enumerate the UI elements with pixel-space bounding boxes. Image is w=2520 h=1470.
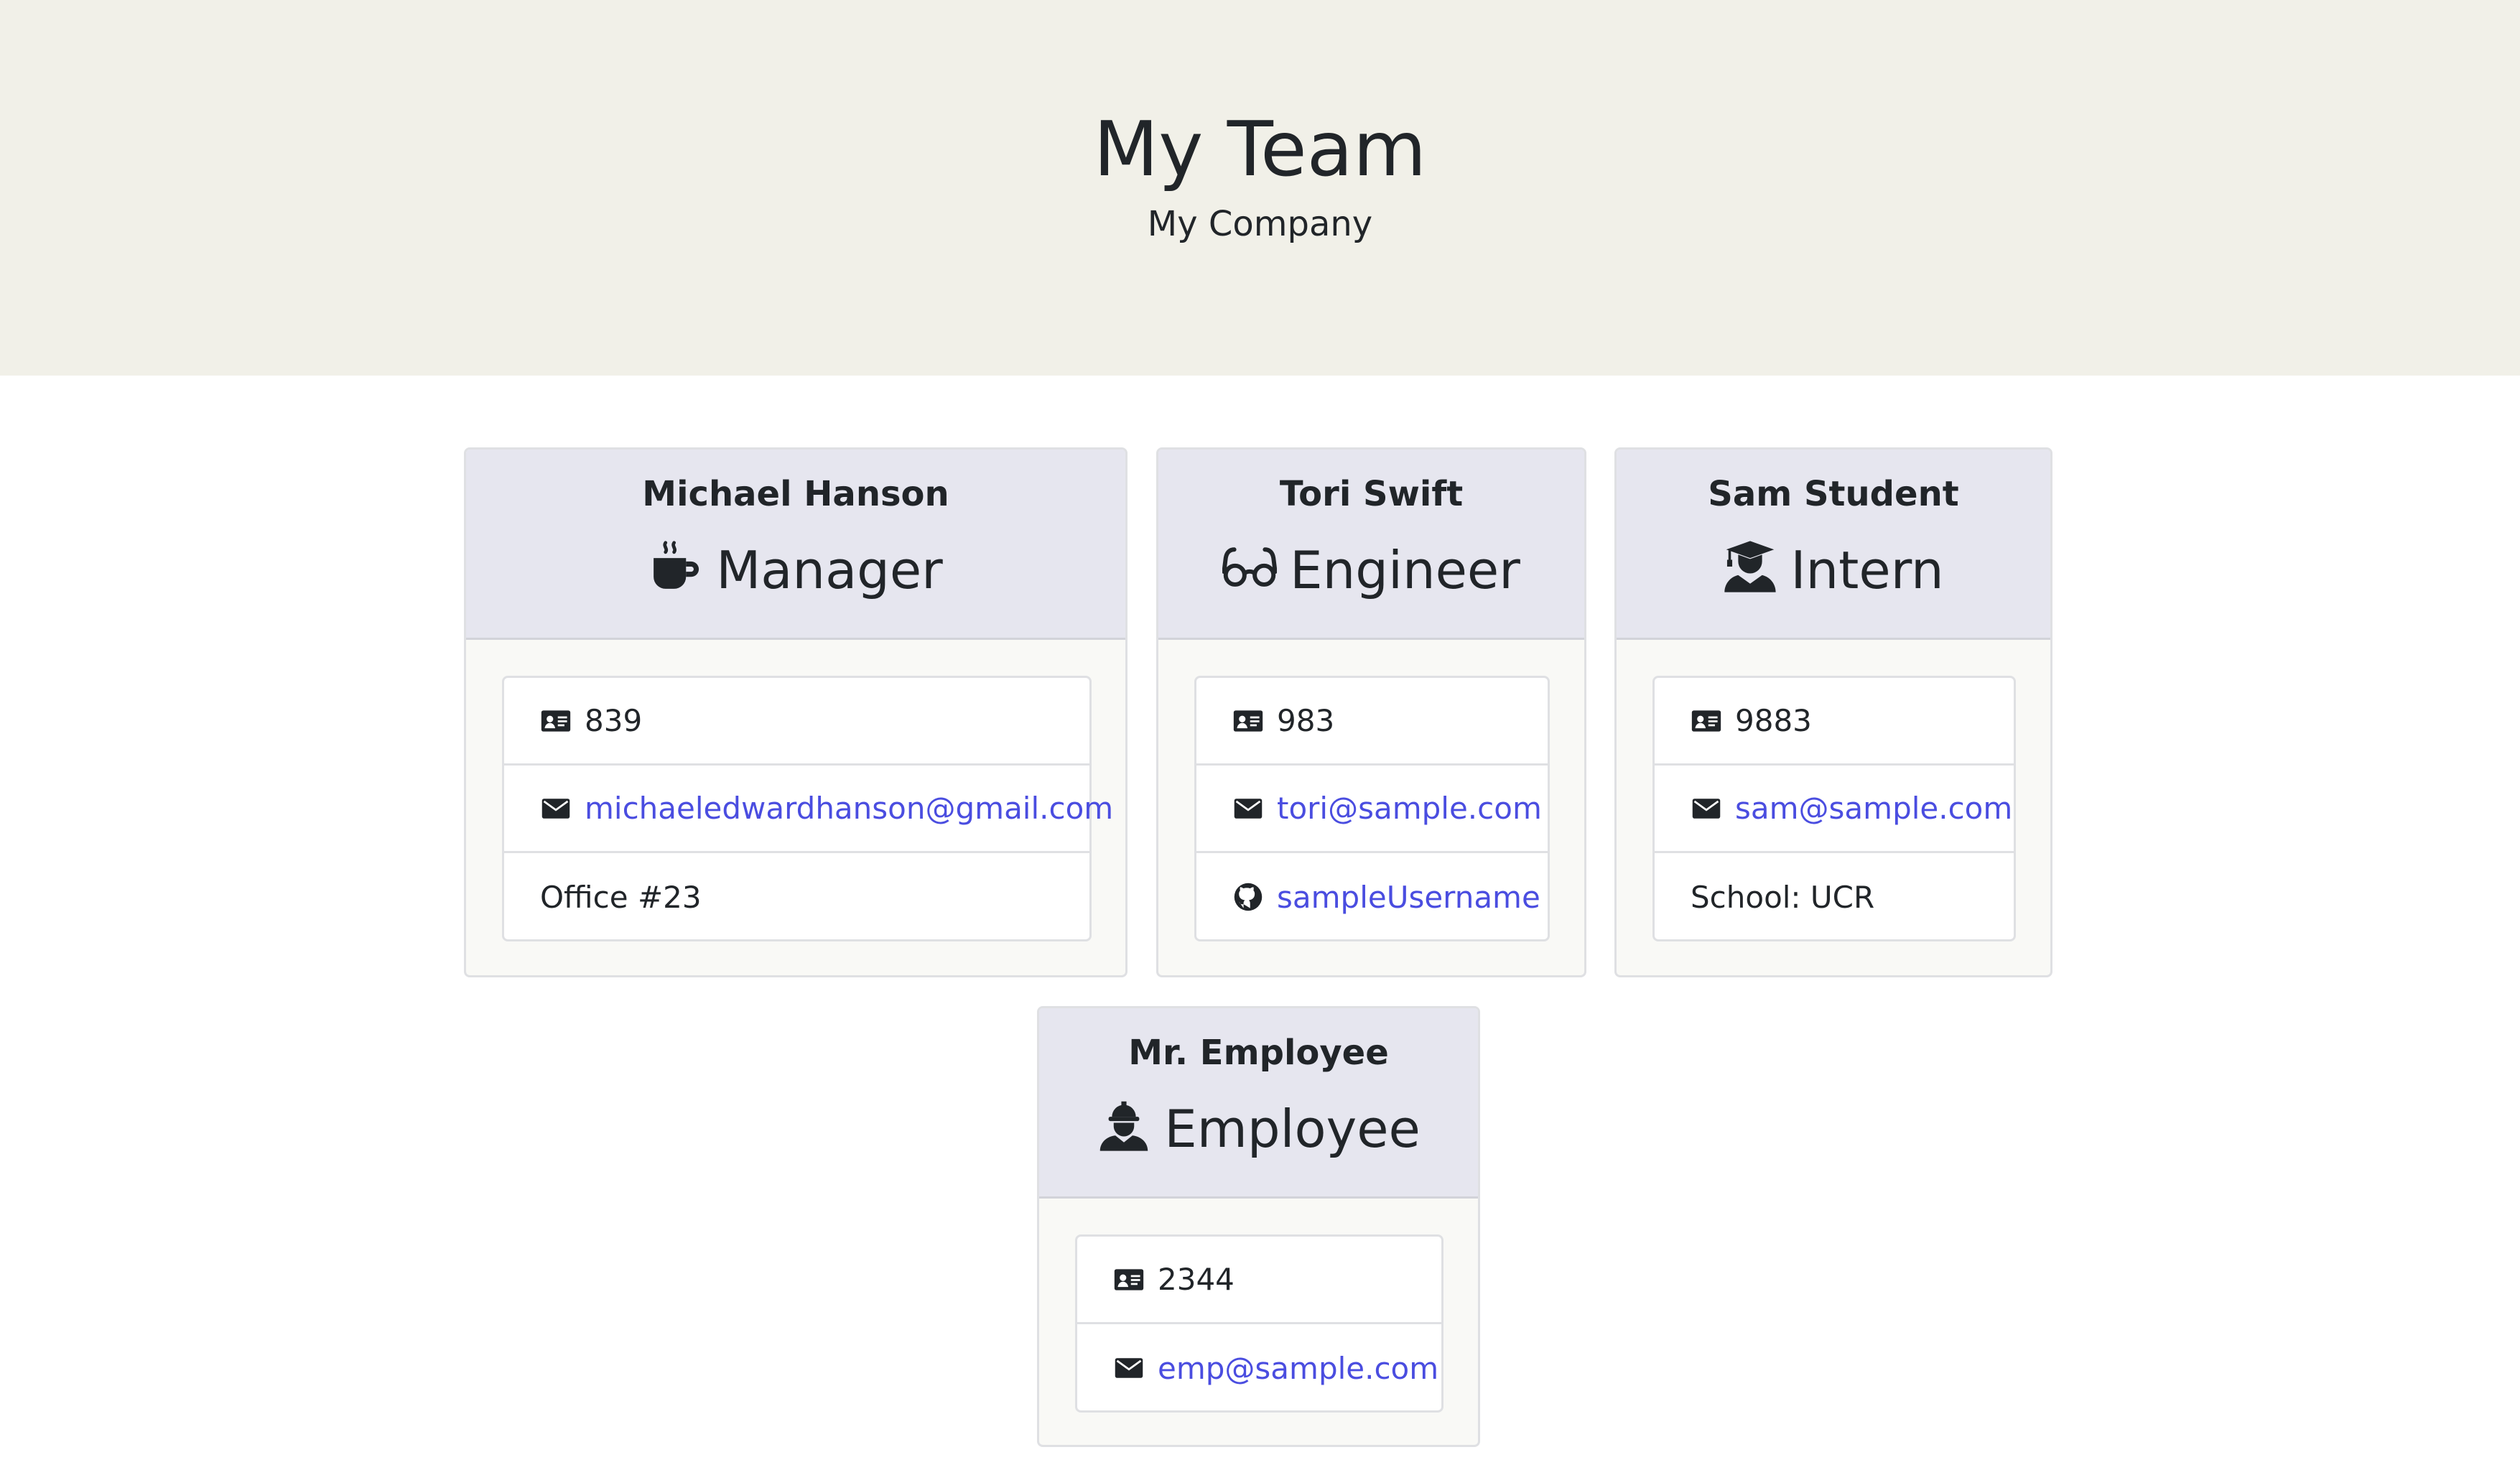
role-label: Manager [716, 540, 943, 600]
github-icon [1232, 881, 1264, 913]
employee-card-employee: Mr. Employee Employee 2344 emp@sample.co… [1037, 1006, 1480, 1447]
list-item-email: emp@sample.com [1077, 1324, 1441, 1412]
email-link[interactable]: tori@sample.com [1277, 791, 1542, 826]
list-item-id: 983 [1196, 678, 1548, 766]
graduate-icon [1723, 539, 1777, 594]
card-header: Michael Hanson Manager [466, 450, 1125, 640]
envelope-icon [1113, 1352, 1145, 1384]
id-card-icon [540, 705, 572, 737]
hard-hat-worker-icon [1097, 1098, 1151, 1153]
employee-card-manager: Michael Hanson Manager 839 michaeledward… [464, 447, 1128, 977]
email-link[interactable]: emp@sample.com [1158, 1351, 1438, 1386]
page-header: My Team My Company [0, 0, 2520, 376]
employee-card-intern: Sam Student Intern 9883 sam@sample.com S… [1614, 447, 2052, 977]
employee-role: Engineer [1158, 537, 1584, 603]
employee-name: Tori Swift [1279, 474, 1464, 514]
id-card-icon [1113, 1264, 1145, 1295]
employee-role: Intern [1617, 537, 2050, 603]
card-header: Tori Swift Engineer [1158, 450, 1584, 640]
list-item-email: sam@sample.com [1655, 766, 2014, 853]
github-link[interactable]: sampleUsername [1277, 880, 1540, 915]
info-list: 839 michaeledwardhanson@gmail.com Office… [502, 676, 1113, 941]
glasses-icon [1222, 539, 1278, 594]
employee-name: Mr. Employee [1128, 1033, 1389, 1073]
list-item-id: 2344 [1077, 1237, 1441, 1324]
employee-role: Manager [466, 537, 1125, 603]
employee-name: Michael Hanson [642, 474, 949, 514]
info-list: 2344 emp@sample.com [1075, 1234, 1443, 1413]
card-header: Mr. Employee Employee [1039, 1008, 1478, 1199]
list-item-email: tori@sample.com [1196, 766, 1548, 853]
envelope-icon [1691, 793, 1722, 824]
email-link[interactable]: sam@sample.com [1735, 791, 2012, 826]
list-item-email: michaeledwardhanson@gmail.com [504, 766, 1113, 853]
office-number: Office #23 [540, 879, 702, 915]
info-list: 983 tori@sample.com sampleUsername [1194, 676, 1550, 941]
list-item-office: Office #23 [504, 853, 1089, 941]
employee-id: 839 [585, 703, 643, 738]
role-label: Employee [1164, 1099, 1421, 1159]
employee-role: Employee [1039, 1096, 1478, 1162]
role-label: Intern [1790, 540, 1944, 600]
list-item-id: 839 [504, 678, 1089, 766]
id-card-icon [1691, 705, 1722, 737]
card-header: Sam Student Intern [1617, 450, 2050, 640]
info-list: 9883 sam@sample.com School: UCR [1652, 676, 2016, 941]
employee-id: 9883 [1735, 703, 1812, 738]
list-item-id: 9883 [1655, 678, 2014, 766]
school-name: School: UCR [1691, 879, 1875, 915]
role-label: Engineer [1290, 540, 1520, 600]
coffee-mug-icon [648, 539, 703, 594]
envelope-icon [1232, 793, 1264, 824]
page-subtitle: My Company [1147, 204, 1373, 244]
employee-id: 983 [1277, 703, 1335, 738]
employee-id: 2344 [1158, 1262, 1235, 1297]
employee-name: Sam Student [1708, 474, 1959, 514]
employee-card-engineer: Tori Swift Engineer 983 tori@sample.com … [1156, 447, 1586, 977]
email-link[interactable]: michaeledwardhanson@gmail.com [585, 791, 1113, 826]
page-title: My Team [1093, 106, 1427, 193]
list-item-github: sampleUsername [1196, 853, 1548, 941]
id-card-icon [1232, 705, 1264, 737]
envelope-icon [540, 793, 572, 824]
list-item-school: School: UCR [1655, 853, 2014, 941]
